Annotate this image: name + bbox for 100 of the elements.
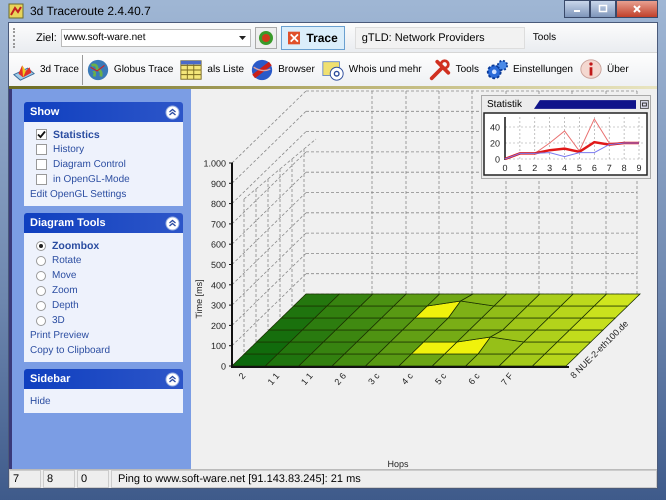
panel-header[interactable]: Diagram Tools [24,213,183,233]
y-tick-label: 100 [210,341,226,352]
checkbox[interactable] [36,129,47,140]
panel-header[interactable]: Sidebar [24,369,183,389]
x-tick-label: 2 [532,163,538,173]
option-label[interactable]: Zoom [52,285,78,296]
y-tick-label: 20 [490,138,500,148]
x-axis-title: Hops [388,459,408,469]
go-button[interactable] [254,26,277,48]
task-link[interactable]: Print Preview [30,330,89,341]
checkbox[interactable] [36,144,47,155]
x-tick-label: 1 [517,163,522,173]
y-tick-label: 700 [210,219,226,230]
y-tick-label: 400 [210,280,226,290]
toolbar-button[interactable]: Globus Trace [82,54,176,84]
option-label[interactable]: 3D [52,315,65,326]
collapse-icon[interactable] [165,216,180,230]
radio-button[interactable] [36,286,46,296]
x-tick-label: 2 [236,370,248,382]
radio-button[interactable] [36,240,46,250]
toolbar-grip[interactable] [13,28,18,48]
option-label[interactable]: Statistics [53,128,100,140]
task-link[interactable]: Edit OpenGL Settings [30,189,126,200]
toolbar-button[interactable]: Browser [247,54,318,84]
radio-button[interactable] [36,270,46,280]
minimize-button[interactable] [564,0,590,18]
option-label[interactable]: Diagram Control [53,159,126,170]
x-tick-label: 7 [606,163,612,173]
target-combobox[interactable]: www.soft-ware.net [60,28,251,46]
toolbar-button[interactable]: als Liste [176,54,248,84]
x-tick-label: 1 1 [266,370,282,387]
y-tick-label: 1.000 [203,158,226,168]
panel-title: Sidebar [30,373,70,385]
settings-icon [484,58,509,82]
option-label[interactable]: Rotate [52,255,82,266]
axis-line [504,117,506,160]
toolbar-button[interactable]: Tools [424,54,482,84]
x-tick-label: 2 6 [332,370,348,387]
option-label[interactable]: Move [52,270,76,281]
status-message: Ping to www.soft-ware.net [91.143.83.245]: 21 ms [111,470,657,488]
toolbar-button[interactable]: Whois und mehr [318,54,425,84]
gtld-field[interactable]: gTLD: Network Providers [354,26,525,48]
y-tick-label: 40 [490,122,500,132]
status-cell: 7 [9,470,41,488]
trace-button[interactable]: Trace [280,26,345,50]
y-tick-label: 0 [494,154,500,164]
browser-icon [250,58,274,82]
toolbar-button[interactable]: Einstellungen [482,54,576,84]
close-button[interactable] [616,0,658,18]
info-icon [579,58,603,82]
option-label[interactable]: Depth [52,300,79,311]
target-label: Ziel: [36,32,57,44]
x-tick-label: 3 c [366,370,382,386]
checkbox[interactable] [36,159,47,170]
target-value: www.soft-ware.net [64,32,146,43]
x-tick-label: 9 [636,163,642,173]
radio-button[interactable] [36,316,46,326]
collapse-icon[interactable] [165,372,180,386]
dropdown-arrow-icon [238,36,246,40]
x-tick-label: 4 c [400,370,415,386]
x-tick-label: 3 [547,163,552,173]
option-label[interactable]: in OpenGL-Mode [53,174,130,185]
x-tick-label: 4 [562,163,568,173]
x-tick-label: 0 [502,163,508,173]
y-tick-label: 300 [210,300,226,311]
panel-title: Diagram Tools [30,217,106,229]
y-tick-label: 600 [210,240,226,250]
close-icon [632,4,642,14]
radio-button[interactable] [36,300,46,310]
collapse-icon[interactable] [165,104,180,120]
y-tick-label: 500 [210,260,226,270]
checkbox[interactable] [36,174,47,185]
toolbar-button[interactable]: Über [576,54,632,84]
x-tick-label: 6 [592,163,597,173]
maximize-button[interactable] [590,0,616,18]
window-title: 3d Traceroute 2.4.40.7 [30,4,152,18]
radio-button[interactable] [36,256,46,266]
maximize-icon [598,4,608,14]
panel-header[interactable]: Show [24,102,183,122]
status-cell: 8 [43,470,75,488]
list-icon [179,58,204,82]
toolbar-button[interactable]: 3d Trace [9,54,83,84]
restore-icon[interactable] [640,100,649,108]
option-label[interactable]: Zoombox [52,240,100,252]
task-link[interactable]: Copy to Clipboard [30,345,110,356]
task-link[interactable]: Hide [30,396,51,407]
statistics-title: Statistik [487,98,522,110]
tools-icon [428,58,452,82]
y-tick-label: 200 [210,320,226,331]
app-icon [8,3,24,19]
x-tick-label: 1 1 [299,370,315,387]
tools-button[interactable]: Tools [528,26,560,48]
x-tick-label: 6 c [466,370,482,386]
y-tick-label: 900 [210,178,226,189]
globe-icon [86,58,110,82]
y-axis-title: Time [ms] [194,279,204,319]
option-label[interactable]: History [53,144,84,155]
panel-title: Show [30,106,60,118]
x-tick-label: 5 [576,163,582,173]
circle-icon [258,30,274,46]
